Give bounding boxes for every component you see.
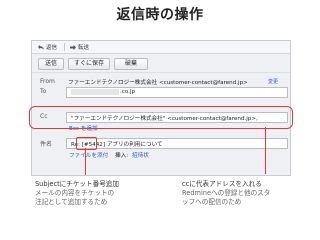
from-label: From — [40, 78, 55, 85]
caption-subject-line1: メールの内容をチケットの — [35, 189, 115, 197]
tab-forward-label: 転送 — [78, 45, 90, 51]
to-field[interactable]: .co.jp — [66, 87, 288, 98]
caption-subject-heading: Subjectにチケット番号追加 — [35, 180, 119, 188]
caption-subject-line2: 注記として追加するため — [35, 198, 108, 206]
caption-cc-line2: ッフへの配信のため — [182, 198, 242, 206]
cc-highlight-oval — [29, 106, 293, 129]
tab-divider — [64, 43, 65, 51]
cc-arrow-line — [265, 127, 267, 174]
redacted-address — [71, 89, 119, 95]
divider — [32, 72, 290, 73]
to-value: .co.jp — [120, 89, 136, 95]
ticket-number-highlight — [76, 137, 97, 150]
subject-arrow-line — [85, 148, 87, 175]
caption-cc: ccに代表アドレスを入れる Redmineへの登録と他のスタ ッフへの配信のため — [182, 180, 270, 207]
save-now-button[interactable]: すぐに保存 — [68, 58, 110, 70]
compose-tabs: 返信 転送 — [32, 41, 290, 54]
insert-label: 挿入: — [115, 153, 129, 159]
page-title: 返信時の操作 — [116, 7, 204, 23]
attach-file-link[interactable]: ファイルを添付 — [69, 151, 108, 159]
caption-cc-line1: Redmineへの登録と他のスタ — [182, 189, 271, 197]
forward-icon — [70, 44, 76, 50]
subject-text: アプリの利用について — [105, 142, 163, 148]
tab-reply[interactable]: 返信 — [38, 43, 57, 51]
subject-field[interactable]: Re: [#5442] アプリの利用について — [66, 138, 288, 149]
to-label: To — [40, 88, 47, 95]
send-button[interactable]: 送信 — [38, 58, 64, 70]
subject-label: 件名 — [40, 141, 53, 148]
caption-subject: Subjectにチケット番号追加 メールの内容をチケットの 注記として追加するた… — [35, 180, 119, 207]
tab-reply-label: 返信 — [46, 45, 58, 51]
discard-button[interactable]: 破棄 — [114, 58, 148, 70]
from-value: ファーエンドテクノロジー株式会社 <customer-contact@faren… — [68, 80, 248, 86]
insert-invite-link[interactable]: 招待状 — [132, 151, 149, 159]
reply-icon — [38, 44, 44, 50]
tab-forward[interactable]: 転送 — [70, 43, 89, 51]
from-change-link[interactable]: 変更 — [268, 78, 278, 85]
caption-cc-heading: ccに代表アドレスを入れる — [182, 180, 262, 188]
